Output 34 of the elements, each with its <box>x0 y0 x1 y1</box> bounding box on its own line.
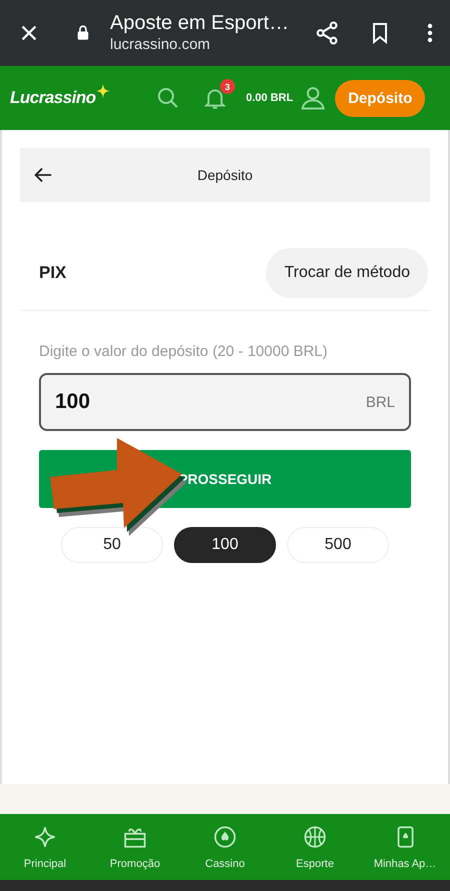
nav-label: Promoção <box>110 858 160 870</box>
search-icon[interactable] <box>156 86 180 110</box>
nav-tab[interactable]: Minhas Ap… <box>361 824 449 870</box>
change-method-button[interactable]: Trocar de método <box>266 248 428 298</box>
nav-tab[interactable]: Cassino <box>181 824 269 870</box>
amount-value: 100 <box>55 390 90 414</box>
logo-text[interactable]: Lucrassino <box>10 88 96 108</box>
deposit-button[interactable]: Depósito <box>335 80 426 116</box>
balance-text: 0.00 BRL <box>246 92 294 104</box>
page-title: Aposte em Esport… <box>110 11 290 35</box>
amount-chip[interactable]: 500 <box>287 527 389 563</box>
amount-chip[interactable]: 100 <box>174 527 276 563</box>
amount-chip[interactable]: 50 <box>61 527 163 563</box>
nav-label: Principal <box>24 858 66 870</box>
nav-label: Cassino <box>205 858 245 870</box>
nav-tab[interactable]: Principal <box>1 824 89 870</box>
url-text: lucrassino.com <box>110 35 212 55</box>
ball-icon <box>302 824 328 850</box>
amount-field[interactable]: 100 BRL <box>39 373 411 431</box>
star-icon <box>32 824 58 850</box>
spade-icon <box>212 824 238 850</box>
user-icon[interactable] <box>299 84 328 112</box>
nav-tab[interactable]: Promoção <box>91 824 179 870</box>
nav-tab[interactable]: Esporte <box>271 824 359 870</box>
nav-label: Esporte <box>296 858 334 870</box>
share-icon[interactable] <box>314 20 340 46</box>
amount-label: Digite o valor do depósito (20 - 10000 BRL) <box>39 343 329 360</box>
nav-label: Minhas Ap… <box>374 858 436 870</box>
menu-icon[interactable] <box>426 21 434 45</box>
method-name: PIX <box>39 263 66 283</box>
page-heading: Depósito <box>197 167 253 183</box>
notification-badge: 3 <box>220 79 235 94</box>
sparkle-icon <box>96 84 110 98</box>
currency-text: BRL <box>366 394 395 410</box>
